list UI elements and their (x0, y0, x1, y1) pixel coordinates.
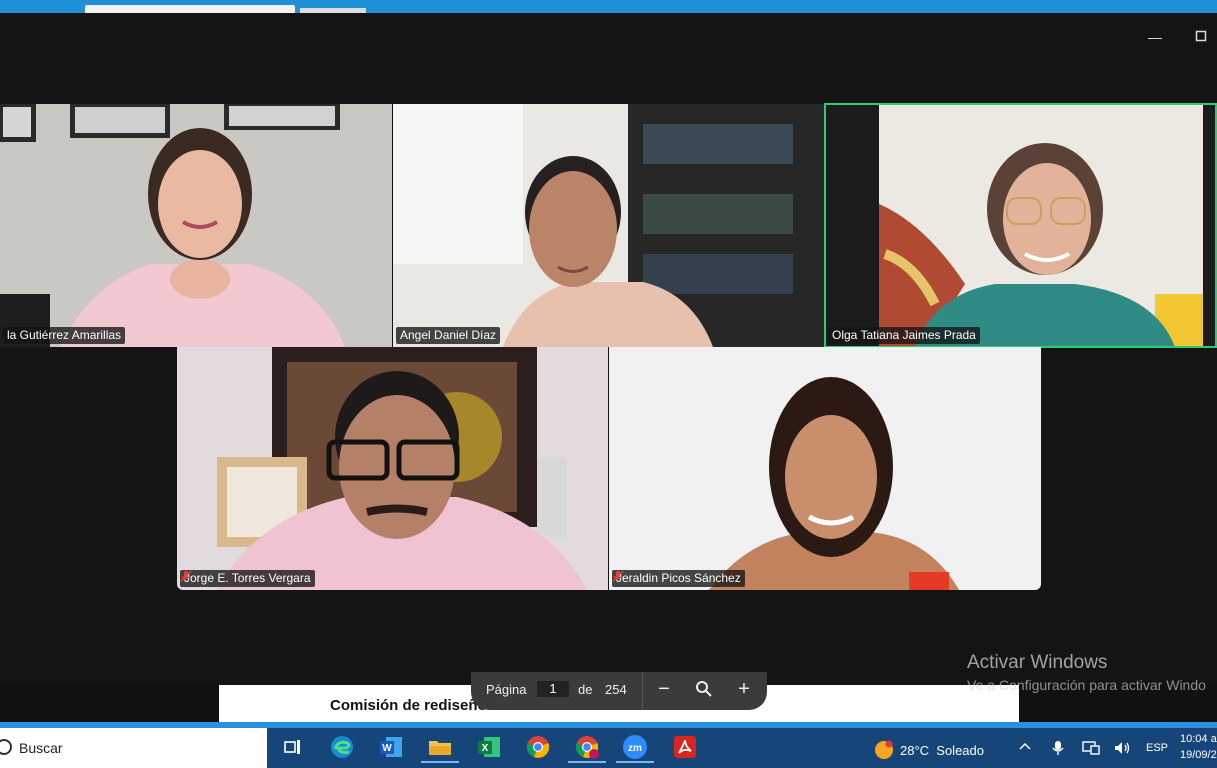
toolbar-divider (642, 672, 643, 710)
svg-text:X: X (482, 743, 489, 754)
participant-name: la Gutiérrez Amarillas (7, 328, 122, 342)
excel-icon[interactable]: X (476, 734, 502, 760)
language-indicator[interactable]: ESP (1146, 742, 1168, 754)
browser-tab-strip (0, 0, 1217, 13)
chrome-profile-icon[interactable] (568, 734, 606, 763)
acrobat-icon[interactable] (672, 734, 698, 760)
video-tile[interactable]: Jorge E. Torres Vergara (177, 347, 608, 590)
participant-name: Jorge E. Torres Vergara (184, 571, 311, 585)
video-tile-active-speaker[interactable]: Olga Tatiana Jaimes Prada (825, 104, 1217, 347)
weather-widget[interactable]: 28°C Soleado (874, 740, 984, 760)
task-view-icon[interactable] (280, 734, 306, 760)
word-icon[interactable]: W (378, 734, 404, 760)
video-tile[interactable]: la Gutiérrez Amarillas (0, 104, 392, 347)
zoom-icon[interactable]: zm (616, 734, 654, 763)
activation-watermark-title: Activar Windows (967, 652, 1108, 673)
zoom-search-icon[interactable] (693, 678, 715, 700)
sun-icon (875, 740, 893, 759)
participant-name-tag: la Gutiérrez Amarillas (3, 327, 126, 344)
participant-name: Olga Tatiana Jaimes Prada (832, 328, 976, 342)
volume-icon[interactable] (1113, 740, 1131, 759)
participant-video (0, 104, 392, 347)
participant-video (825, 104, 1203, 347)
file-explorer-icon[interactable] (421, 734, 459, 763)
clock-date: 19/09/2 (1180, 749, 1217, 761)
network-icon[interactable] (1082, 740, 1100, 759)
system-clock[interactable]: 10:04 a 19/09/2 (1180, 731, 1217, 763)
participant-video (609, 347, 1041, 590)
participant-name: Jeraldin Picos Sánchez (616, 571, 741, 585)
participant-name-tag: Angel Daniel Díaz (396, 327, 501, 344)
of-label: de (578, 682, 593, 697)
taskbar-search[interactable]: Buscar (0, 728, 267, 768)
participant-name: Angel Daniel Díaz (400, 328, 497, 342)
participant-video (177, 347, 608, 590)
participant-name-tag: Olga Tatiana Jaimes Prada (828, 327, 980, 344)
svg-text:zm: zm (628, 743, 642, 754)
muted-microphone-icon (180, 570, 192, 582)
zoom-out-icon[interactable]: − (653, 678, 675, 700)
svg-text:W: W (382, 743, 392, 754)
pdf-page-toolbar: Página 1 de 254 − + (471, 672, 767, 710)
clock-time: 10:04 a (1180, 733, 1217, 745)
page-number-input[interactable]: 1 (537, 681, 569, 697)
search-icon (0, 739, 12, 755)
chrome-icon[interactable] (525, 734, 551, 760)
edge-icon[interactable] (329, 734, 355, 760)
participant-video (393, 104, 824, 347)
weather-condition: Soleado (936, 743, 984, 758)
participant-name-tag: Jorge E. Torres Vergara (180, 570, 315, 587)
muted-microphone-icon (612, 570, 624, 582)
browser-tab[interactable] (85, 5, 295, 13)
weather-temp: 28°C (900, 743, 930, 758)
page-label: Página (486, 682, 527, 697)
total-pages: 254 (605, 682, 627, 697)
zoom-in-icon[interactable]: + (733, 678, 755, 700)
video-tile[interactable]: Jeraldin Picos Sánchez (609, 347, 1041, 590)
activation-watermark-subtitle: Ve a Configuración para activar Windo (967, 677, 1206, 693)
minimize-icon[interactable]: — (1145, 27, 1165, 47)
video-tile[interactable]: Angel Daniel Díaz (393, 104, 824, 347)
maximize-icon[interactable] (1191, 27, 1211, 47)
chevron-up-icon[interactable] (1018, 740, 1032, 757)
search-placeholder: Buscar (19, 740, 63, 756)
microphone-icon[interactable] (1051, 740, 1065, 759)
participant-name-tag: Jeraldin Picos Sánchez (612, 570, 745, 587)
